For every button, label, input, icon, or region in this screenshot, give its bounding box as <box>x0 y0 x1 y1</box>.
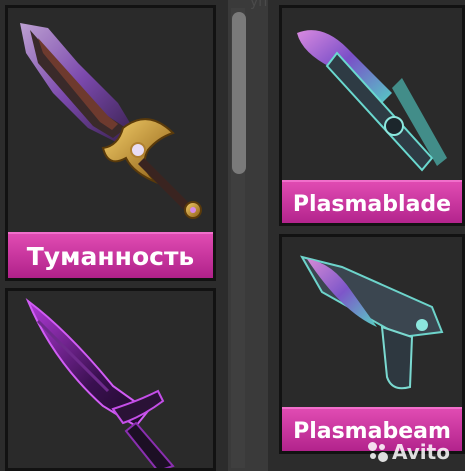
scrollbar-thumb[interactable] <box>232 12 246 174</box>
avito-watermark-text: Avito <box>392 440 450 464</box>
plasmablade-image <box>297 30 447 172</box>
item-card-knife[interactable] <box>5 288 216 471</box>
item-card-plasmabeam[interactable]: Plasmabeam <box>279 234 465 454</box>
item-name-label: Plasmablade <box>282 180 462 223</box>
item-card-tumannost[interactable]: Туманность <box>5 5 216 281</box>
plasmabeam-image <box>299 255 444 390</box>
item-card-plasmablade[interactable]: Plasmablade <box>279 5 465 226</box>
item-name-label: Туманность <box>8 232 213 278</box>
avito-logo-icon <box>368 442 388 462</box>
avito-watermark: Avito <box>368 440 450 464</box>
sword-image <box>20 23 202 219</box>
knife-image <box>25 297 175 468</box>
